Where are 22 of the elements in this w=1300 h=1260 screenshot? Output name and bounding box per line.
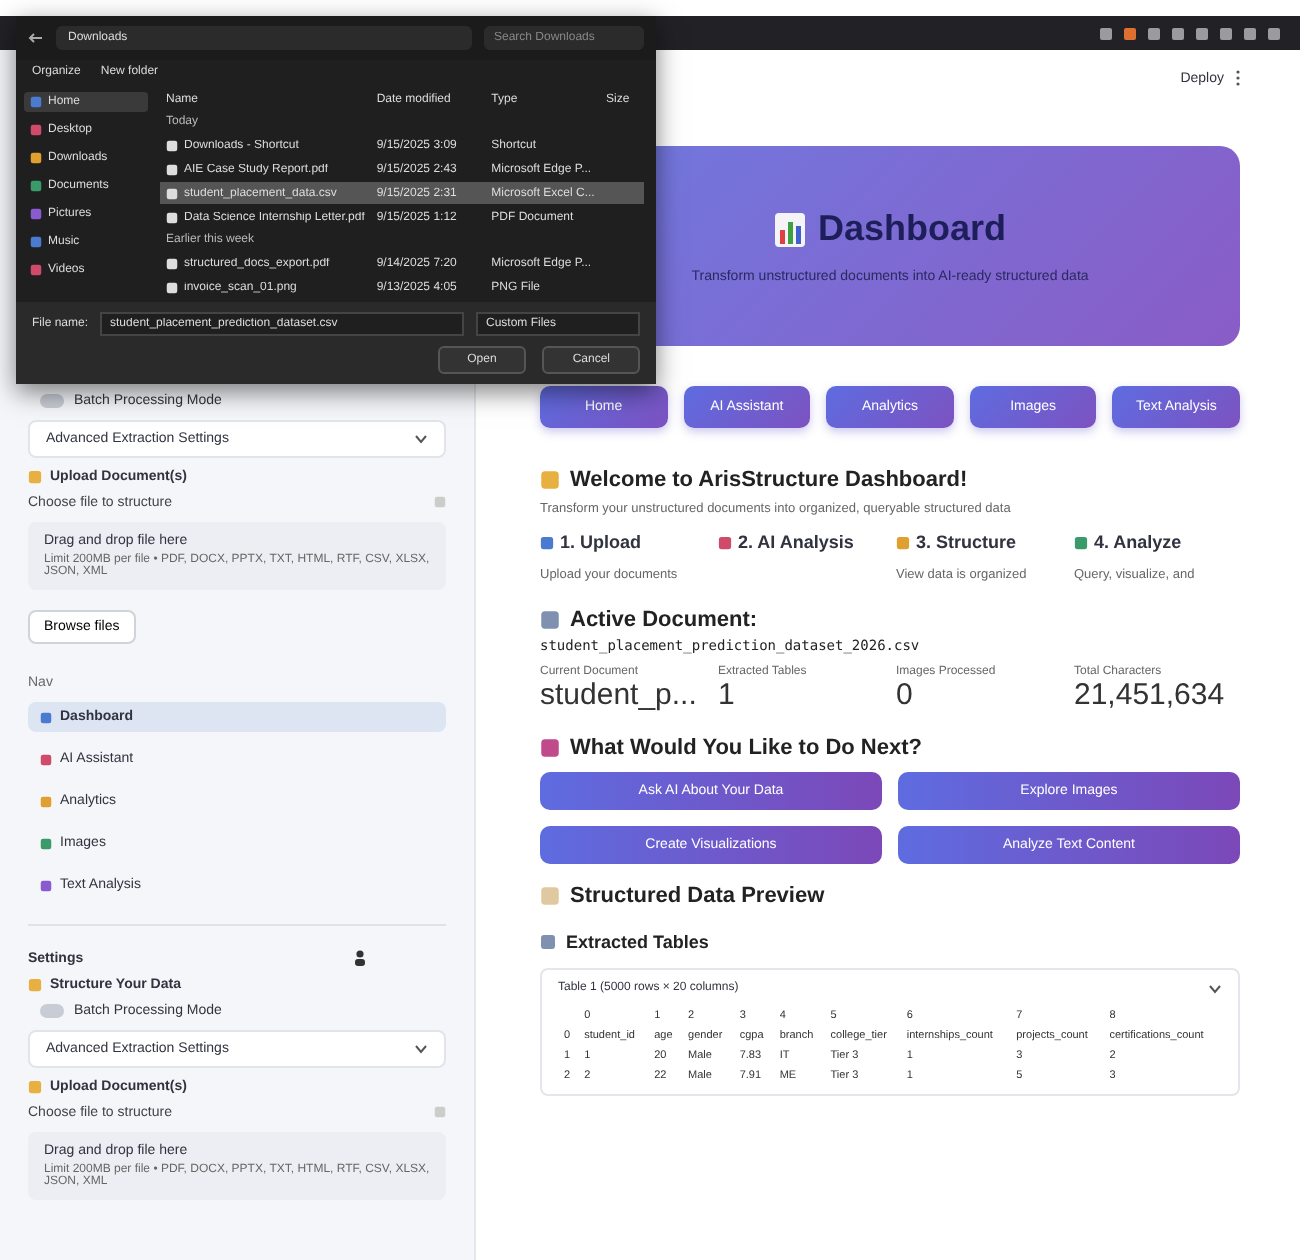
step-title: 3. Structure xyxy=(916,532,1017,552)
chevron-icon xyxy=(1208,983,1222,993)
section-title: Active Document: xyxy=(570,608,758,632)
subsection-title: Extracted Tables xyxy=(566,932,709,952)
metric-value: 21,451,634 xyxy=(1074,678,1227,712)
person-icon xyxy=(354,950,366,966)
step-title: 4. Analyze xyxy=(1094,532,1182,552)
hero-title: Dashboard xyxy=(817,208,1007,250)
back-icon[interactable] xyxy=(28,32,44,44)
section-title: What Would You Like to Do Next? xyxy=(570,736,922,760)
metric-value: 0 xyxy=(896,678,915,712)
toggle-switch[interactable] xyxy=(40,394,64,408)
chevron-icon xyxy=(414,434,428,444)
section-title: Structured Data Preview xyxy=(570,884,825,908)
metric-value: student_p... xyxy=(540,678,699,712)
chevron-icon xyxy=(414,1044,428,1054)
toggle-switch[interactable] xyxy=(40,1004,64,1018)
section-title: Welcome to ArisStructure Dashboard! xyxy=(570,468,968,492)
step-title: 1. Upload xyxy=(560,532,642,552)
step-title: 2. AI Analysis xyxy=(738,532,854,552)
bar-chart-icon xyxy=(773,211,806,247)
metric-value: 1 xyxy=(718,678,737,712)
